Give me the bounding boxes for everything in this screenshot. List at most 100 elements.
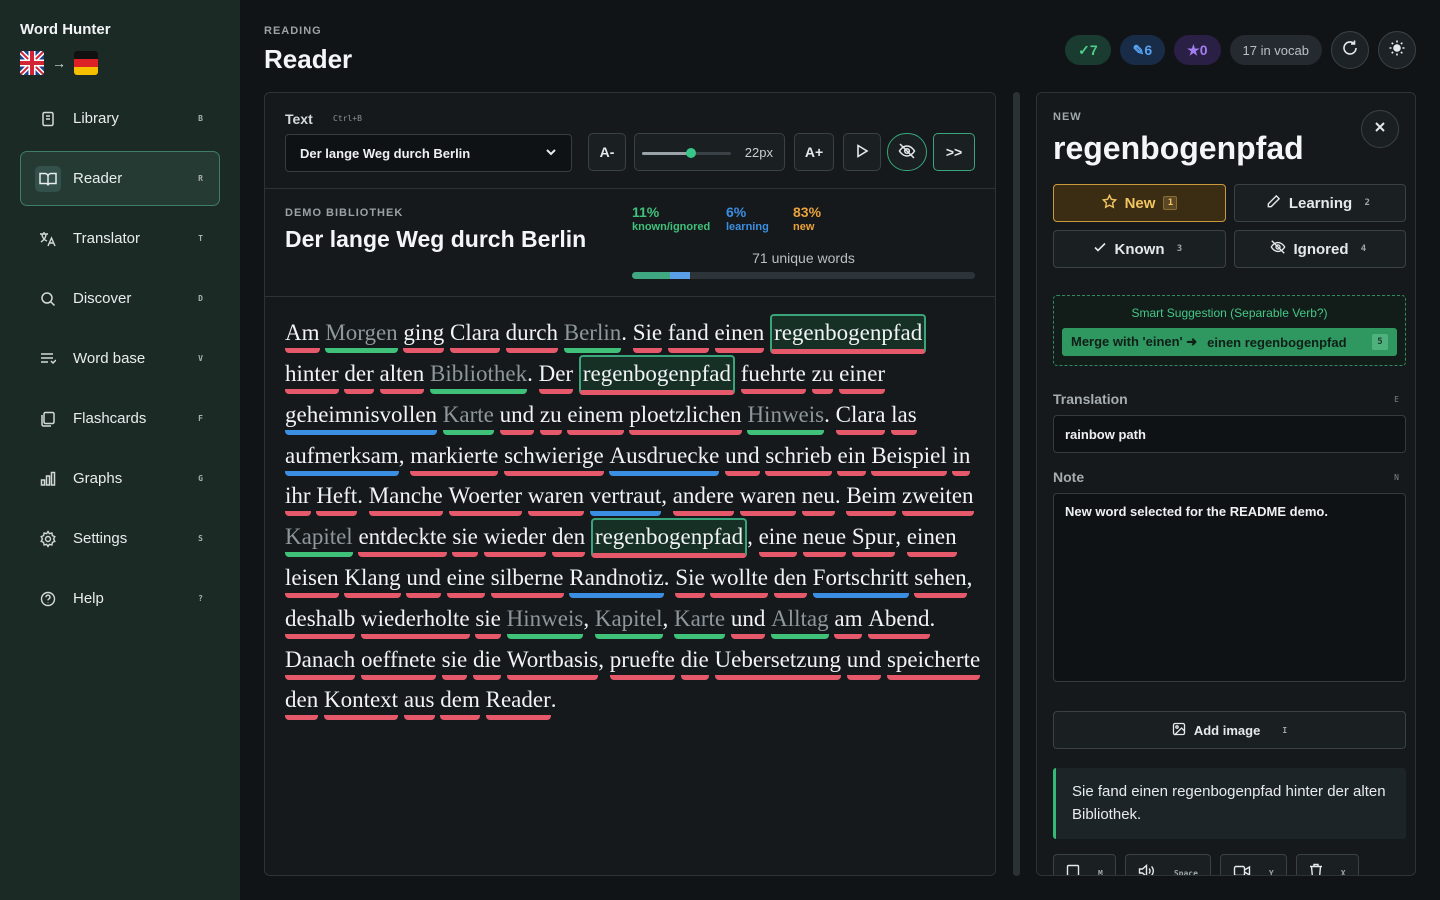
sidebar-item-library[interactable]: Library B [20,91,220,146]
word-known[interactable]: Kapitel [594,604,663,639]
word-new[interactable]: Sie [632,318,663,353]
word-new[interactable]: den [285,685,319,721]
word-new[interactable]: die [680,645,709,680]
word-new[interactable]: waren [739,481,796,517]
word-selected[interactable]: regenbogenpfad [590,518,748,559]
word-new[interactable]: andere [672,481,735,517]
word-new[interactable]: wiederholte [361,604,470,639]
word-new[interactable]: Woerter [448,481,523,517]
hide-known-button[interactable] [887,133,927,171]
word-new[interactable]: hinter [285,359,339,394]
word-new[interactable]: Heft [316,481,358,517]
word-known[interactable]: Hinweis [506,604,584,639]
word-new[interactable]: und [725,441,760,476]
speak-button[interactable]: Space [1124,854,1211,875]
word-new[interactable]: ein [837,441,866,476]
word-new[interactable]: Kontext [323,685,399,721]
word-new[interactable]: und [406,563,441,599]
word-new[interactable]: speicherte [886,645,981,680]
word-new[interactable]: sie [452,522,478,558]
word-known[interactable]: Karte [674,604,726,639]
word-selected[interactable]: regenbogenpfad [770,314,927,354]
word-new[interactable]: Danach [285,645,356,680]
word-learning[interactable]: Randnotiz [569,563,664,599]
word-new[interactable]: Am [285,318,320,353]
word-learning[interactable]: aufmerksam [285,441,399,476]
merge-button[interactable]: Merge with 'einen' ➜ einen regenbogenpfa… [1062,328,1397,356]
status-ignored-button[interactable]: Ignored 4 [1234,230,1406,268]
word-new[interactable]: am [834,604,863,639]
sidebar-item-discover[interactable]: Discover D [20,271,220,326]
word-known[interactable]: Karte [442,400,494,435]
word-new[interactable]: durch [505,318,558,353]
decrease-font-button[interactable]: A- [588,133,626,171]
word-learning[interactable]: Fortschritt [812,563,909,599]
word-new[interactable]: aus [403,685,435,721]
word-new[interactable]: Wortbasis [506,645,599,680]
word-known[interactable]: Bibliothek [429,359,528,394]
word-new[interactable]: markierte [410,441,499,476]
word-new[interactable]: und [499,400,535,435]
word-new[interactable]: leisen [285,563,339,599]
increase-font-button[interactable]: A+ [794,133,834,171]
word-new[interactable]: schwierige [504,441,604,476]
word-learning[interactable]: geheimnisvollen [285,400,438,435]
status-known-button[interactable]: Known 3 [1053,230,1226,268]
sidebar-item-translator[interactable]: Translator T [20,211,220,266]
word-new[interactable]: fuehrte [740,359,806,394]
sidebar-item-word-base[interactable]: Word base V [20,331,220,386]
translation-field[interactable]: rainbow path [1053,415,1406,453]
word-new[interactable]: pruefte [609,645,675,680]
font-size-slider[interactable]: 22px [634,133,785,171]
word-new[interactable]: sehen [914,563,967,599]
word-new[interactable]: wollte [710,563,768,599]
word-new[interactable]: wieder [483,522,547,558]
word-new[interactable]: las [891,400,917,435]
word-new[interactable]: Der [538,359,574,394]
word-new[interactable]: entdeckte [358,522,447,558]
word-new[interactable]: die [472,645,502,680]
word-new[interactable]: fand [667,318,709,353]
sidebar-item-graphs[interactable]: Graphs G [20,451,220,506]
word-new[interactable]: waren [527,481,584,517]
word-new[interactable]: Uebersetzung [714,645,841,680]
word-new[interactable]: oeffnete [361,645,436,680]
word-new[interactable]: Abend [868,604,930,639]
refresh-button[interactable] [1331,31,1369,69]
word-new[interactable]: einer [839,359,886,394]
word-known[interactable]: Berlin [563,318,622,353]
word-new[interactable]: Sie [675,563,705,599]
word-new[interactable]: alten [379,359,425,394]
word-new[interactable]: einen [906,522,957,558]
word-new[interactable]: Klang [344,563,401,599]
word-new[interactable]: sie [441,645,468,680]
sidebar-item-reader[interactable]: Reader R [20,151,220,206]
word-new[interactable]: silberne [490,563,564,599]
word-new[interactable]: einen [714,318,765,353]
sidebar-item-settings[interactable]: Settings S [20,511,220,566]
sidebar-item-flashcards[interactable]: Flashcards F [20,391,220,446]
word-new[interactable]: neu [801,481,835,517]
word-new[interactable]: zu [539,400,562,435]
word-new[interactable]: Spur [851,522,896,558]
word-new[interactable]: Clara [835,400,886,435]
word-learning[interactable]: vertraut [589,481,662,517]
word-learning[interactable]: Ausdruecke [609,441,720,476]
delete-button[interactable]: X [1295,854,1359,875]
status-new-button[interactable]: New 1 [1053,184,1226,222]
text-select[interactable]: Der lange Weg durch Berlin [285,134,572,172]
video-button[interactable]: Y [1219,854,1287,875]
slider-handle[interactable] [685,148,696,158]
word-new[interactable]: Beim [846,481,897,517]
word-new[interactable]: den [551,522,586,558]
word-new[interactable]: deshalb [285,604,356,639]
word-new[interactable]: Manche [368,481,443,517]
word-new[interactable]: sie [475,604,501,639]
word-new[interactable]: und [846,645,882,680]
word-new[interactable]: zu [811,359,834,394]
word-new[interactable]: und [730,604,766,639]
word-new[interactable]: Clara [450,318,500,353]
word-new[interactable]: in [952,441,971,476]
word-new[interactable]: eine [758,522,797,558]
next-button[interactable]: >> [933,133,975,171]
